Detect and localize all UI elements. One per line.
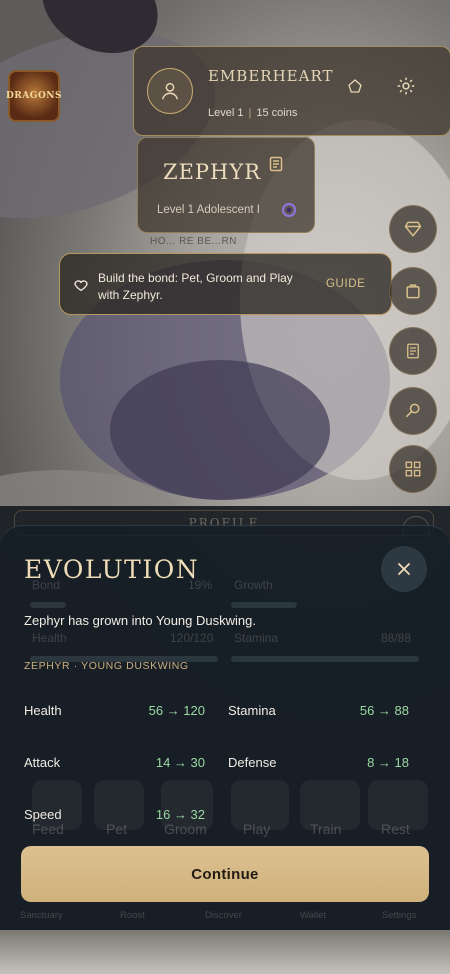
dragon-name: ZEPHYR — [163, 160, 262, 184]
stat-health-label: Health — [24, 703, 62, 718]
ghost-health-label: Health — [32, 631, 67, 645]
game-logo: DRAGONS — [5, 70, 63, 122]
user-icon — [161, 82, 179, 100]
close-icon — [398, 563, 410, 575]
ghost-train-label: Train — [310, 821, 342, 837]
ghost-nav-sanctuary: Sanctuary — [20, 910, 63, 921]
gems-button[interactable] — [389, 205, 437, 253]
ghost-nav-settings: Settings — [382, 910, 417, 921]
ghost-nav-roost: Roost — [120, 910, 145, 921]
stat-defense-label: Defense — [228, 755, 277, 770]
ghost-stamina-label: Stamina — [234, 631, 279, 645]
sun-gear-icon — [397, 77, 415, 95]
ghost-pet-label: Pet — [106, 821, 128, 837]
home-button[interactable] — [339, 70, 371, 102]
swirl-icon — [281, 202, 297, 218]
heart-icon — [74, 280, 88, 292]
quest-banner[interactable]: Build the bond: Pet, Groom and Play with… — [59, 253, 392, 315]
evolution-message: Zephyr has grown into Young Duskwing. — [24, 613, 256, 628]
explore-button[interactable] — [389, 387, 437, 435]
ghost-growth-bar — [231, 602, 297, 608]
player-name: EMBERHEART — [208, 67, 334, 85]
player-coins: 15 coins — [256, 107, 298, 119]
ghost-stamina-bar — [231, 656, 419, 662]
journal-icon[interactable] — [269, 156, 283, 177]
ghost-play-label: Play — [243, 821, 271, 837]
player-level: Level 1 — [208, 107, 244, 119]
stat-speed-label: Speed — [24, 807, 62, 822]
pin-icon — [405, 403, 420, 418]
avatar[interactable] — [147, 68, 193, 114]
stat-speed-value: 16 → 32 — [155, 807, 205, 822]
house-icon — [348, 79, 362, 93]
document-icon — [407, 343, 419, 359]
continue-button[interactable]: Continue — [21, 846, 429, 902]
stat-defense-value: 8 → 18 — [367, 755, 409, 770]
dragon-subtitle-hint: HO... RE BE...RN — [150, 236, 237, 247]
bag-icon — [406, 284, 420, 299]
inventory-button[interactable] — [389, 267, 437, 315]
dragon-meta: Level 1 Adolescent I — [157, 204, 260, 216]
guide-button[interactable]: GUIDE — [326, 278, 365, 290]
stat-attack-label: Attack — [24, 755, 61, 770]
player-card: EMBERHEART Level 1 | 15 coins — [133, 46, 450, 136]
ghost-groom-label: Groom — [164, 821, 207, 837]
stat-stamina-label: Stamina — [228, 703, 276, 718]
grid-menu-button[interactable] — [389, 445, 437, 493]
stat-attack-value: 14 → 30 — [155, 755, 205, 770]
ghost-nav-discover: Discover — [205, 910, 242, 921]
ghost-rest-label: Rest — [381, 821, 410, 837]
dragon-card[interactable]: ZEPHYR Level 1 Adolescent I — [137, 137, 315, 233]
dragon-scene-bottom — [0, 930, 450, 974]
stat-health-value: 56 → 120 — [148, 703, 205, 718]
quest-text: Build the bond: Pet, Groom and Play with… — [98, 271, 293, 302]
stat-stamina-value: 56 → 88 — [359, 703, 409, 718]
evolution-close-button[interactable] — [381, 546, 427, 592]
evolution-title: EVOLUTION — [24, 555, 200, 584]
logo-text: DRAGONS — [5, 91, 63, 101]
settings-button[interactable] — [390, 70, 422, 102]
ghost-growth-label: Growth — [234, 578, 273, 592]
diamond-icon — [404, 221, 422, 237]
ghost-feed-label: Feed — [32, 821, 64, 837]
log-button[interactable] — [389, 327, 437, 375]
evolution-subhead: ZEPHYR · YOUNG DUSKWING — [24, 660, 189, 672]
player-meta: Level 1 | 15 coins — [208, 107, 298, 119]
ghost-health-value: 120/120 — [170, 631, 214, 645]
ghost-stamina-value: 88/88 — [381, 631, 412, 645]
ghost-bond-bar — [30, 602, 66, 608]
grid-icon — [405, 461, 421, 477]
ghost-nav-wallet: Wallet — [300, 910, 327, 921]
